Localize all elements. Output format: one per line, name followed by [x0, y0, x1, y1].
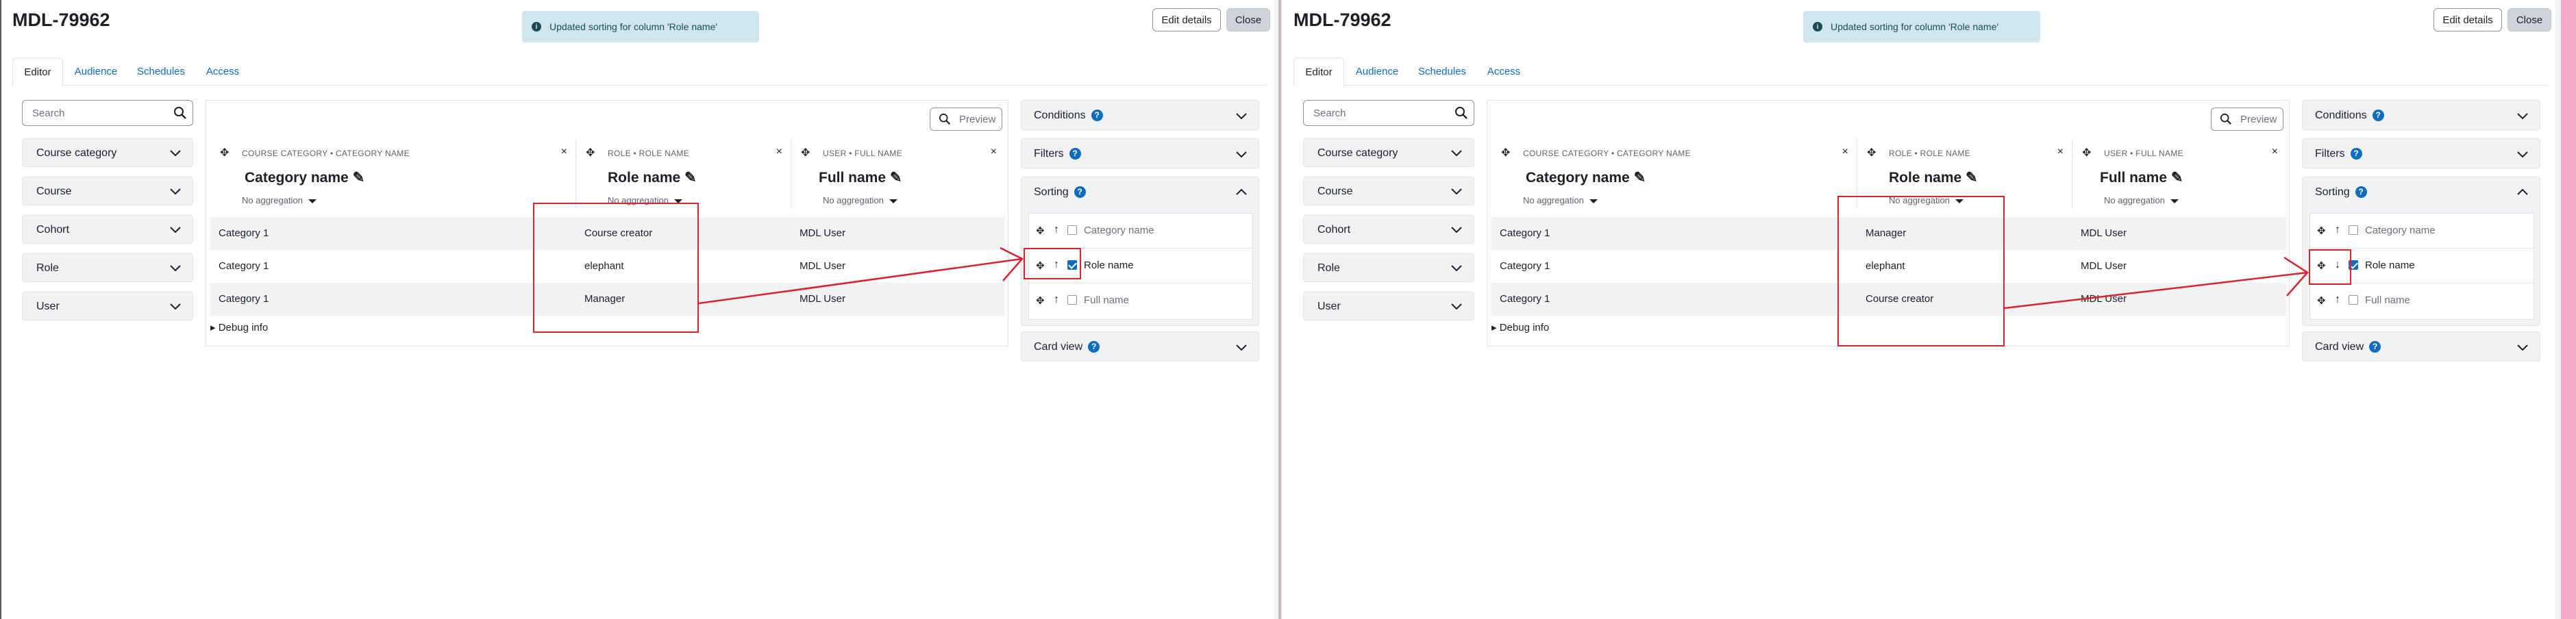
annotation-arrow-after	[2004, 271, 2308, 310]
annotation-arrow-before	[698, 257, 1023, 305]
annotation-arrowhead-after	[2283, 256, 2309, 296]
annotation-arrows	[698, 247, 2309, 310]
annotation-arrowhead-before	[1000, 247, 1024, 281]
